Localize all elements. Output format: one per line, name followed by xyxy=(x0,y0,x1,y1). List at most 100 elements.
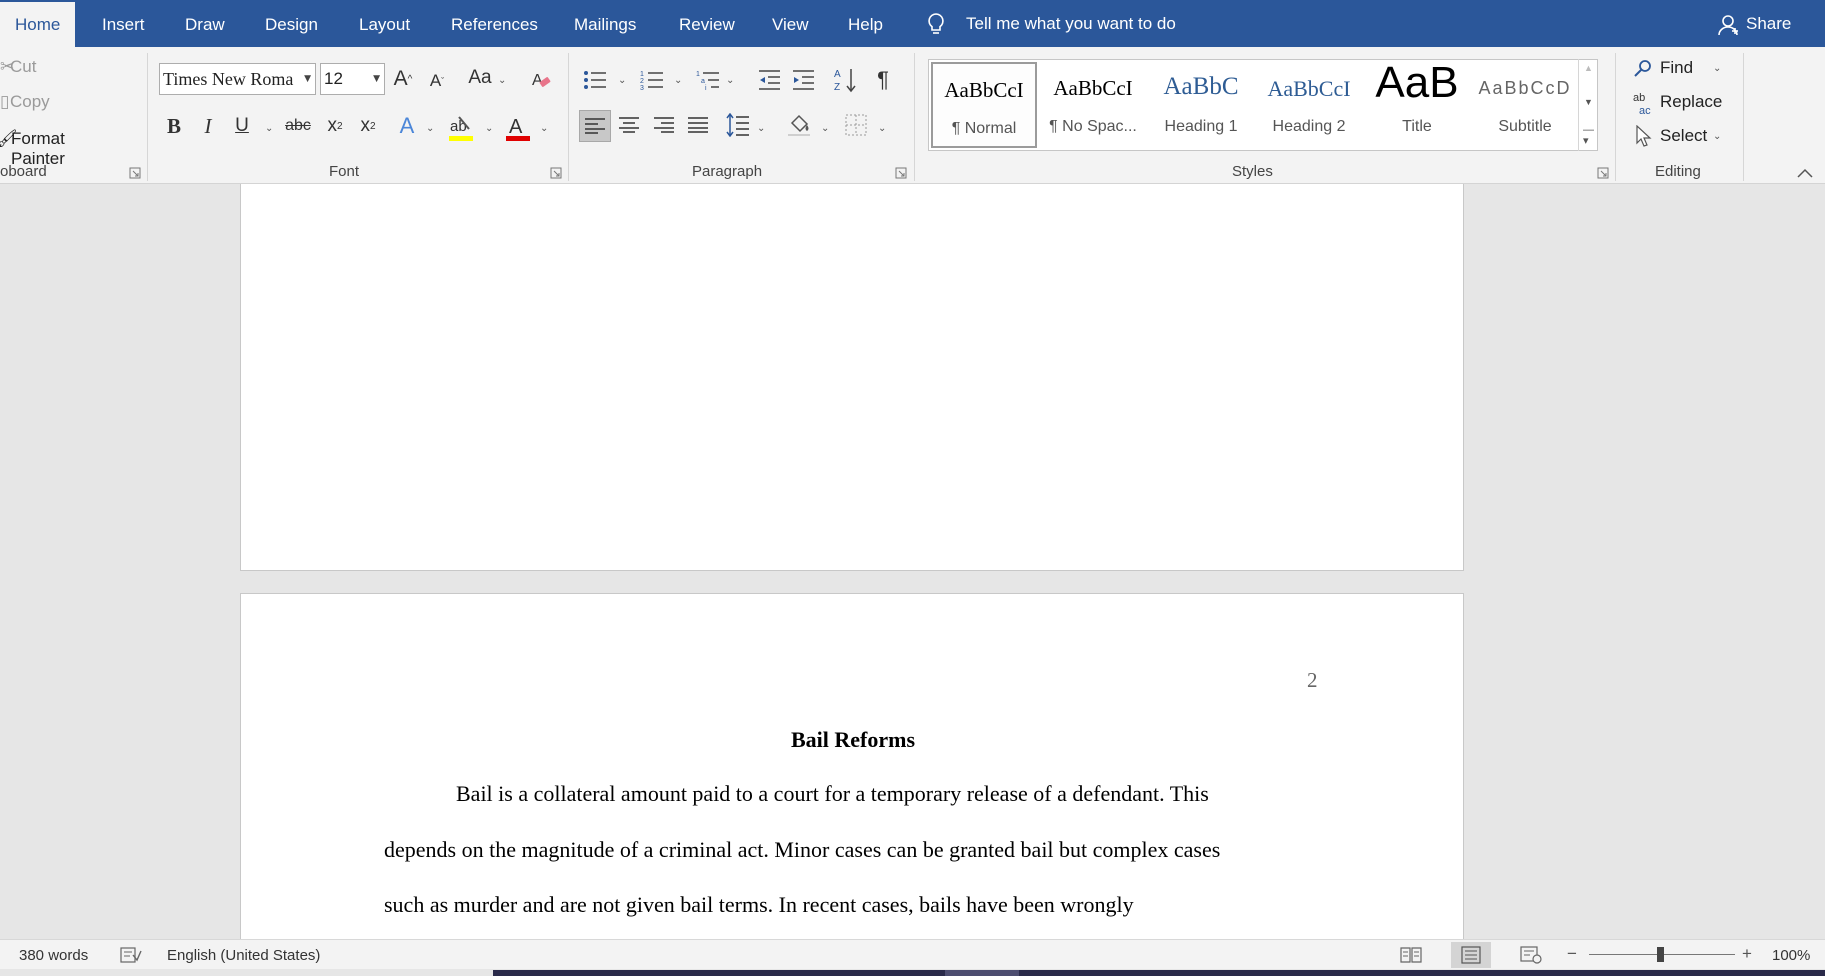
style-name: Heading 2 xyxy=(1272,118,1346,135)
align-left-button[interactable] xyxy=(579,110,611,142)
body-text-line: depends on the magnitude of a criminal a… xyxy=(384,837,1221,862)
collapse-ribbon-icon[interactable] xyxy=(1797,168,1813,178)
style-heading-1[interactable]: AaBbC Heading 1 xyxy=(1148,62,1254,148)
group-divider xyxy=(147,53,148,181)
style-subtitle[interactable]: AaBbCcD Subtitle xyxy=(1472,62,1578,148)
decrease-indent-icon[interactable] xyxy=(757,69,781,91)
svg-text:A: A xyxy=(532,72,543,89)
change-case-label: Aa xyxy=(468,67,492,88)
style-no-spacing[interactable]: AaBbCcI ¶ No Spac... xyxy=(1040,62,1146,148)
language-indicator[interactable]: English (United States) xyxy=(167,947,320,964)
tab-references[interactable]: References xyxy=(451,0,538,47)
document-canvas[interactable]: 2 Bail Reforms Bail is a collateral amou… xyxy=(0,184,1825,939)
tell-me-search[interactable]: Tell me what you want to do xyxy=(924,0,1176,47)
print-layout-icon xyxy=(1461,946,1481,964)
font-size-combo[interactable]: 12 ▼ xyxy=(320,63,385,95)
share-button[interactable]: Share xyxy=(1716,0,1791,47)
chevron-down-icon: ⌄ xyxy=(485,123,494,134)
align-right-icon[interactable] xyxy=(654,117,674,133)
tab-draw[interactable]: Draw xyxy=(185,0,225,47)
zoom-in-icon[interactable]: + xyxy=(1742,944,1752,964)
chevron-down-icon: ⌄ xyxy=(757,123,766,134)
shading-icon[interactable] xyxy=(786,113,812,137)
tab-mailings[interactable]: Mailings xyxy=(574,0,636,47)
tab-home[interactable]: Home xyxy=(0,2,76,47)
word-count[interactable]: 380 words xyxy=(19,947,88,964)
font-name-combo[interactable]: Times New Roma ▼ xyxy=(159,63,316,95)
subscript-icon[interactable]: x2 xyxy=(320,111,350,141)
style-heading-2[interactable]: AaBbCcI Heading 2 xyxy=(1256,62,1362,148)
style-name: Subtitle xyxy=(1498,118,1552,135)
align-center-icon[interactable] xyxy=(619,117,639,133)
document-page[interactable]: 2 Bail Reforms Bail is a collateral amou… xyxy=(240,593,1464,939)
tell-me-label: Tell me what you want to do xyxy=(966,14,1176,33)
replace-button[interactable]: ab ac Replace xyxy=(1633,91,1723,117)
bullets-icon[interactable] xyxy=(583,69,607,91)
find-button[interactable]: Find ⌄ xyxy=(1633,57,1723,83)
zoom-out-icon[interactable]: − xyxy=(1567,944,1577,964)
chevron-down-icon: ▼ xyxy=(373,74,380,84)
dialog-launcher-icon[interactable] xyxy=(129,167,141,179)
pilcrow-icon[interactable]: ¶ xyxy=(868,65,898,95)
tab-view[interactable]: View xyxy=(772,0,809,47)
dialog-launcher-icon[interactable] xyxy=(895,167,907,179)
read-mode-icon[interactable] xyxy=(1400,946,1422,964)
tab-layout[interactable]: Layout xyxy=(359,0,410,47)
borders-icon[interactable] xyxy=(845,114,867,136)
zoom-level[interactable]: 100% xyxy=(1772,947,1810,964)
style-normal[interactable]: AaBbCcI ¶ Normal xyxy=(931,62,1037,148)
scroll-up-icon[interactable]: ▲ xyxy=(1584,63,1593,73)
superscript-icon[interactable]: x2 xyxy=(353,111,383,141)
justify-icon[interactable] xyxy=(688,117,708,133)
zoom-slider-thumb[interactable] xyxy=(1657,947,1664,962)
tab-help[interactable]: Help xyxy=(848,0,883,47)
chevron-down-icon: ⌄ xyxy=(821,123,830,134)
shrink-font-icon[interactable]: Aˇ xyxy=(422,66,452,96)
strikethrough-icon[interactable]: abc xyxy=(283,111,313,141)
tab-review[interactable]: Review xyxy=(679,0,735,47)
line-spacing-icon[interactable] xyxy=(726,113,750,137)
style-title[interactable]: AaB Title xyxy=(1364,58,1470,148)
sort-icon[interactable]: AZ xyxy=(834,67,858,93)
align-left-icon xyxy=(585,118,605,134)
italic-icon[interactable]: I xyxy=(193,111,223,141)
change-case-button[interactable]: Aa xyxy=(463,63,497,93)
chevron-down-icon: ⌄ xyxy=(540,123,549,134)
underline-icon[interactable]: U xyxy=(227,111,257,141)
web-layout-icon[interactable] xyxy=(1520,946,1542,964)
print-layout-button[interactable] xyxy=(1451,942,1491,968)
select-label: Select xyxy=(1660,126,1708,145)
font-name-value: Times New Roma xyxy=(163,69,294,89)
svg-text:i: i xyxy=(705,85,707,91)
chevron-down-icon: ⌄ xyxy=(426,123,435,134)
proofing-icon[interactable] xyxy=(120,947,142,963)
multilevel-list-icon[interactable]: 1ai xyxy=(696,69,720,91)
document-page[interactable] xyxy=(240,184,1464,571)
tab-insert[interactable]: Insert xyxy=(102,0,145,47)
person-icon xyxy=(1718,15,1738,36)
bold-icon[interactable]: B xyxy=(159,111,189,141)
more-styles-icon[interactable]: — ▾ xyxy=(1583,125,1594,147)
dialog-launcher-icon[interactable] xyxy=(1597,167,1609,179)
tab-design[interactable]: Design xyxy=(265,0,318,47)
svg-text:3: 3 xyxy=(640,85,644,91)
svg-text:A: A xyxy=(834,69,841,80)
clear-formatting-icon[interactable]: A xyxy=(530,68,552,90)
chevron-down-icon: ⌄ xyxy=(618,75,627,86)
numbering-icon[interactable]: 123 xyxy=(640,69,664,91)
style-preview: AaBbCcI xyxy=(944,78,1024,102)
body-text-line: Bail is a collateral amount paid to a co… xyxy=(456,781,1209,806)
replace-icon: abac xyxy=(1633,92,1651,117)
increase-indent-icon[interactable] xyxy=(791,69,815,91)
select-button[interactable]: Select ⌄ xyxy=(1633,125,1723,151)
highlight-color-icon[interactable]: ab xyxy=(447,113,475,143)
grow-font-icon[interactable]: A ^ xyxy=(388,64,418,94)
style-name: ¶ Normal xyxy=(951,120,1017,137)
dialog-launcher-icon[interactable] xyxy=(550,167,562,179)
scroll-down-icon[interactable]: ▼ xyxy=(1584,97,1593,107)
text-effects-icon[interactable]: A xyxy=(392,111,422,141)
font-color-icon[interactable]: A xyxy=(504,113,532,143)
chevron-down-icon: ⌄ xyxy=(674,75,683,86)
body-text-line: such as murder and are not given bail te… xyxy=(384,892,1134,917)
chevron-down-icon: ⌄ xyxy=(878,123,887,134)
